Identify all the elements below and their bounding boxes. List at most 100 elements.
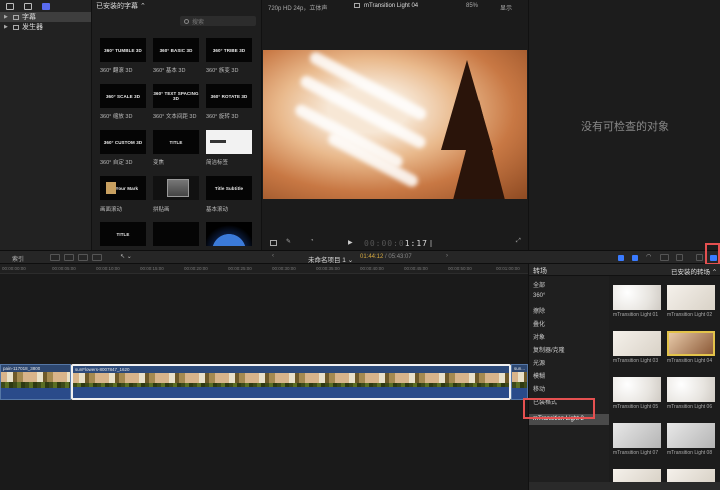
transition-thumbnail[interactable] (613, 285, 661, 310)
back-arrow-icon[interactable]: ‹ (272, 253, 274, 259)
speed-icon[interactable]: ◔ (310, 238, 314, 244)
timeline[interactable]: 00:00:00:00 00:00:05:00 00:00:10:00 00:0… (0, 264, 528, 490)
browser-title[interactable]: 已安装的字幕 ⌃ (96, 1, 146, 11)
transition-thumbnail[interactable] (667, 469, 715, 482)
skimming-icon[interactable] (618, 255, 624, 261)
clip-audio (73, 387, 509, 398)
transition-thumbnail-selected[interactable] (667, 331, 715, 356)
clip-name: sun... (514, 366, 526, 371)
video-frame[interactable] (263, 50, 527, 199)
clip-filmstrip (1, 372, 70, 388)
category-highlight (523, 398, 595, 419)
sidebar-item-titles[interactable]: ▶ 字幕 (0, 12, 91, 22)
title-thumbnail[interactable]: 360° ROTATE 3D (206, 84, 252, 108)
sidebar-item-label: 字幕 (22, 14, 36, 21)
ruler-tick: 00:00:25:00 (228, 266, 252, 271)
title-label: 变焦 (153, 160, 165, 166)
title-label: 360° 翻滚 3D (100, 68, 133, 74)
title-label: 基本滚动 (206, 207, 229, 213)
category-item[interactable]: 光源 (533, 358, 545, 367)
title-thumbnail[interactable]: 360° TEXT SPACING 3D (153, 84, 199, 108)
append-clip-icon[interactable] (78, 254, 88, 261)
category-item[interactable]: 对象 (533, 332, 545, 341)
current-time: 01:44:12 (360, 254, 384, 260)
sidebar-item-generators[interactable]: ▶ 发生器 (0, 22, 91, 32)
disclosure-triangle-icon[interactable]: ▶ (4, 14, 10, 20)
title-thumbnail[interactable]: TITLE (100, 222, 146, 246)
timeline-clip[interactable]: pain-117018_3800 (0, 364, 71, 400)
transitions-footer (529, 482, 720, 490)
category-item[interactable]: 360° (533, 293, 545, 299)
ruler-tick: 00:00:30:00 (272, 266, 296, 271)
transitions-header: 转场 已安装的转场 ⌃ (529, 264, 720, 276)
title-thumbnail[interactable]: TITLE (153, 130, 199, 154)
fullscreen-icon[interactable]: ⤢ (516, 238, 521, 245)
category-item[interactable]: 擦除 (533, 306, 545, 315)
title-thumbnail[interactable]: 360° TUMBLE 3D (100, 38, 146, 62)
category-item[interactable]: 全部 (533, 280, 545, 289)
title-thumbnail[interactable] (153, 176, 199, 200)
select-tool-icon[interactable]: ↖ ⌄ (120, 253, 132, 260)
title-thumbnail[interactable] (206, 222, 252, 246)
ruler-tick: 00:00:10:00 (96, 266, 120, 271)
installed-transitions-menu[interactable]: 已安装的转场 ⌃ (671, 266, 717, 276)
library-sidebar: ▶ 字幕 ▶ 发生器 (0, 0, 92, 250)
titles-icon (13, 14, 19, 20)
transform-icon[interactable] (270, 240, 277, 246)
index-button[interactable]: 索引 (12, 254, 24, 263)
search-input[interactable]: 搜索 (180, 16, 256, 26)
transition-thumbnail[interactable] (667, 423, 715, 448)
viewer-header: 720p HD 24p，立体声 mTransition Light 04 85%… (262, 0, 528, 12)
transition-thumbnail[interactable] (667, 285, 715, 310)
connect-clip-icon[interactable] (50, 254, 60, 261)
ruler-tick: 00:00:45:00 (404, 266, 428, 271)
titles-browser-icon[interactable] (696, 254, 703, 261)
title-thumbnail[interactable]: 360° BASIC 3D (153, 38, 199, 62)
audio-skimming-icon[interactable] (632, 255, 638, 261)
browser-header[interactable]: 已安装的字幕 ⌃ (92, 0, 261, 12)
title-thumbnail[interactable]: Title Subtitle (206, 176, 252, 200)
viewer-controls: ✎ ◔ ▶ 00:00:0 1:17 ⤢ (262, 236, 528, 250)
category-item[interactable]: 复制器/克隆 (533, 345, 565, 354)
transition-thumbnail[interactable] (667, 377, 715, 402)
forward-arrow-icon[interactable]: › (446, 253, 448, 259)
timeline-clip-selected[interactable]: sunFlowers-8007847_1620 (71, 364, 511, 400)
transition-thumbnail[interactable] (613, 377, 661, 402)
timeline-clip[interactable]: sun... (511, 364, 528, 400)
transition-thumbnail[interactable] (613, 331, 661, 356)
titles-generators-icon[interactable] (42, 2, 50, 10)
zoom-popup[interactable]: 85% (466, 3, 478, 9)
photos-icon[interactable] (24, 2, 32, 10)
tree-silhouette (453, 100, 505, 199)
overwrite-clip-icon[interactable] (92, 254, 102, 261)
category-item[interactable]: 移动 (533, 384, 545, 393)
timecode-dim: 00:00:0 (364, 238, 405, 248)
title-label: 360° 缩放 3D (100, 114, 133, 120)
inspector-empty-message: 没有可检查的对象 (581, 121, 669, 133)
title-thumbnail[interactable]: 360° CUSTOM 3D (100, 130, 146, 154)
title-thumbnail[interactable] (153, 222, 199, 246)
play-icon[interactable]: ▶ (348, 239, 353, 246)
clip-appearance-icon[interactable] (660, 254, 669, 261)
title-thumbnail[interactable] (206, 130, 252, 154)
media-browser-icon[interactable] (6, 2, 14, 10)
disclosure-triangle-icon[interactable]: ▶ (4, 24, 10, 30)
title-thumbnail[interactable]: 360° TRIBE 3D (206, 38, 252, 62)
search-placeholder: 搜索 (192, 19, 205, 26)
title-thumbnail[interactable]: 360° SCALE 3D (100, 84, 146, 108)
transition-thumbnail[interactable] (613, 423, 661, 448)
category-item[interactable]: 模糊 (533, 371, 545, 380)
timeline-ruler[interactable]: 00:00:00:00 00:00:05:00 00:00:10:00 00:0… (0, 264, 528, 274)
category-item[interactable]: 叠化 (533, 319, 545, 328)
title-label: 360° 旋转 3D (206, 114, 239, 120)
enhance-icon[interactable]: ✎ (286, 238, 291, 245)
clip-filmstrip (512, 372, 527, 388)
view-menu[interactable]: 显示 (500, 3, 512, 12)
effects-icon[interactable] (676, 254, 683, 261)
insert-clip-icon[interactable] (64, 254, 74, 261)
project-name[interactable]: 未命名项目 1 ⌄ (308, 254, 353, 264)
transition-thumbnail[interactable] (613, 469, 661, 482)
title-thumbnail[interactable]: On Your Mark (100, 176, 146, 200)
headphones-icon[interactable]: ◠ (646, 253, 651, 260)
inspector: 没有可检查的对象 (528, 0, 720, 250)
